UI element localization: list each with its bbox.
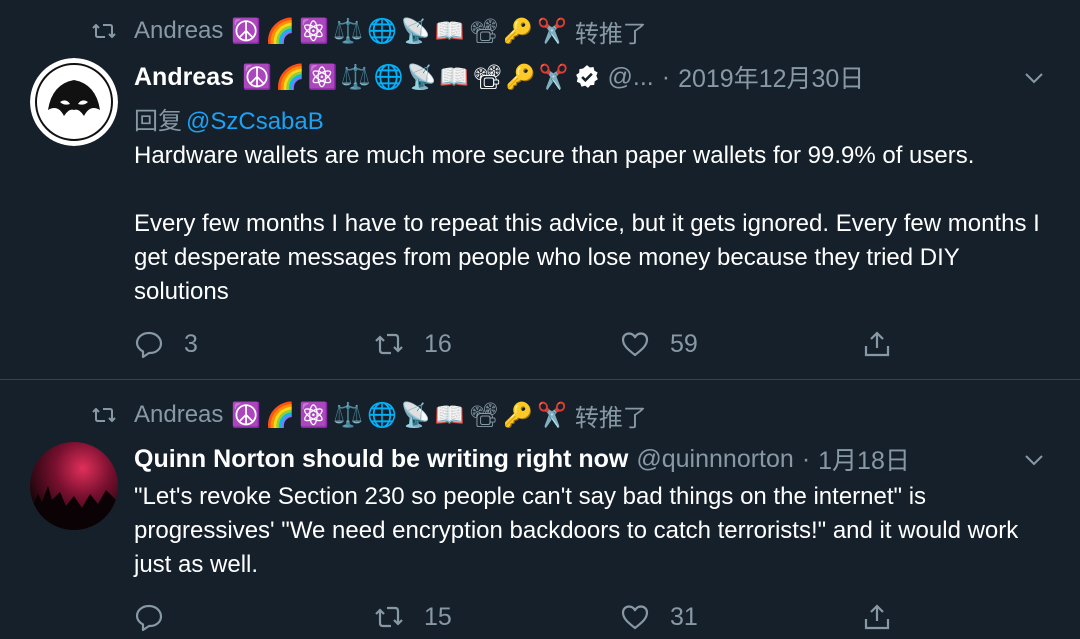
handle[interactable]: @...: [608, 63, 654, 92]
tweet-text: Hardware wallets are much more secure th…: [134, 139, 1054, 309]
retweeter-name[interactable]: Andreas: [134, 17, 223, 45]
emoji: 📡: [400, 17, 431, 45]
tweet-card[interactable]: Andreas ☮️ 🌈 ⚛️ ⚖️ 🌐 📡 📖 📽 🔑 ✂️ 转推了 Andr…: [0, 0, 1080, 380]
tweet-actions: 15 31: [134, 600, 914, 634]
reply-icon: [135, 604, 163, 632]
retweet-context: Andreas ☮️ 🌈 ⚛️ ⚖️ 🌐 📡 📖 📽 🔑 ✂️ 转推了: [92, 16, 647, 48]
retweet-button[interactable]: 15: [374, 600, 452, 634]
display-name[interactable]: Andreas: [134, 63, 234, 92]
emoji: 🌈: [265, 401, 296, 429]
retweeter-name[interactable]: Andreas: [134, 401, 223, 429]
emoji: 🔑: [503, 401, 533, 429]
handle[interactable]: @quinnnorton: [636, 445, 793, 474]
emoji: 🌈: [265, 17, 296, 45]
like-count: 59: [670, 329, 698, 358]
tweet-actions: 3 16 59: [134, 327, 914, 361]
retweet-icon: [375, 333, 403, 355]
retweet-context: Andreas ☮️ 🌈 ⚛️ ⚖️ 🌐 📡 📖 📽 🔑 ✂️ 转推了: [92, 400, 647, 432]
tweet-card[interactable]: Andreas ☮️ 🌈 ⚛️ ⚖️ 🌐 📡 📖 📽 🔑 ✂️ 转推了 Quin…: [0, 380, 1080, 639]
tweet-paragraph: "Let's revoke Section 230 so people can'…: [134, 483, 1019, 578]
share-button[interactable]: [862, 327, 892, 361]
emoji: 📖: [434, 401, 465, 429]
emoji: 📡: [400, 401, 431, 429]
reply-count: 3: [184, 329, 198, 358]
share-icon: [864, 331, 890, 357]
emoji: 📽: [468, 401, 500, 429]
retweet-count: 16: [424, 329, 452, 358]
emoji: ☮️: [242, 63, 272, 91]
emoji: ⚛️: [299, 401, 330, 429]
emoji: ✂️: [538, 63, 569, 91]
reply-mention-link[interactable]: @SzCsabaB: [186, 108, 324, 135]
emoji: ⚖️: [340, 63, 371, 91]
emoji: ⚛️: [299, 17, 330, 45]
separator: ·: [801, 444, 811, 473]
emoji: 🌐: [373, 63, 404, 91]
emoji: 🌐: [366, 401, 397, 429]
retweet-icon: [92, 23, 116, 39]
emoji: 🔑: [505, 63, 536, 91]
tweet-header: Andreas ☮️ 🌈 ⚛️ ⚖️ 🌐 📡 📖 📽 🔑 ✂️ @... · 2…: [134, 60, 864, 94]
emoji: ✂️: [536, 17, 567, 45]
emoji: ⚖️: [333, 401, 363, 429]
emoji: 📽: [468, 17, 500, 45]
emoji: 📽: [472, 63, 503, 91]
emoji: ☮️: [231, 401, 262, 429]
retweet-icon: [92, 407, 116, 423]
chevron-down-icon[interactable]: [1022, 66, 1046, 90]
separator: ·: [661, 62, 671, 91]
retweet-icon: [375, 606, 403, 628]
reply-label: 回复: [134, 108, 182, 135]
reply-button[interactable]: [134, 600, 184, 634]
emoji: 📡: [406, 63, 437, 91]
timestamp[interactable]: 2019年12月30日: [678, 59, 864, 95]
emoji: 📖: [439, 63, 470, 91]
timestamp[interactable]: 1月18日: [818, 441, 910, 477]
reply-button[interactable]: 3: [134, 327, 198, 361]
emoji: ✂️: [536, 401, 567, 429]
retweet-button[interactable]: 16: [374, 327, 452, 361]
like-count: 31: [670, 602, 698, 631]
emoji: ☮️: [231, 17, 262, 45]
like-button[interactable]: 59: [620, 327, 698, 361]
reply-icon: [135, 331, 163, 359]
emoji: 📖: [434, 17, 465, 45]
retweeted-label: 转推了: [574, 20, 647, 48]
reply-context: 回复 @SzCsabaB: [134, 101, 324, 136]
tweet-text: "Let's revoke Section 230 so people can'…: [134, 480, 1054, 582]
chevron-down-icon[interactable]: [1022, 448, 1046, 472]
tweet-paragraph: Hardware wallets are much more secure th…: [134, 142, 975, 169]
emoji: 🌐: [366, 17, 397, 45]
emoji: ⚖️: [333, 17, 363, 45]
avatar[interactable]: [30, 58, 118, 146]
like-icon: [621, 332, 649, 357]
share-button[interactable]: [862, 600, 892, 634]
retweet-count: 15: [424, 602, 452, 631]
emoji: 🔑: [503, 17, 533, 45]
tweet-paragraph: Every few months I have to repeat this a…: [134, 210, 1040, 305]
like-button[interactable]: 31: [620, 600, 698, 634]
verified-badge-icon: [575, 65, 598, 88]
display-name[interactable]: Quinn Norton should be writing right now: [134, 445, 628, 474]
emoji: 🌈: [274, 63, 305, 91]
tweet-header: Quinn Norton should be writing right now…: [134, 442, 910, 476]
emoji: ⚛️: [307, 63, 338, 91]
retweeted-label: 转推了: [574, 404, 647, 432]
like-icon: [621, 605, 649, 630]
avatar[interactable]: [30, 442, 118, 530]
share-icon: [864, 604, 890, 630]
